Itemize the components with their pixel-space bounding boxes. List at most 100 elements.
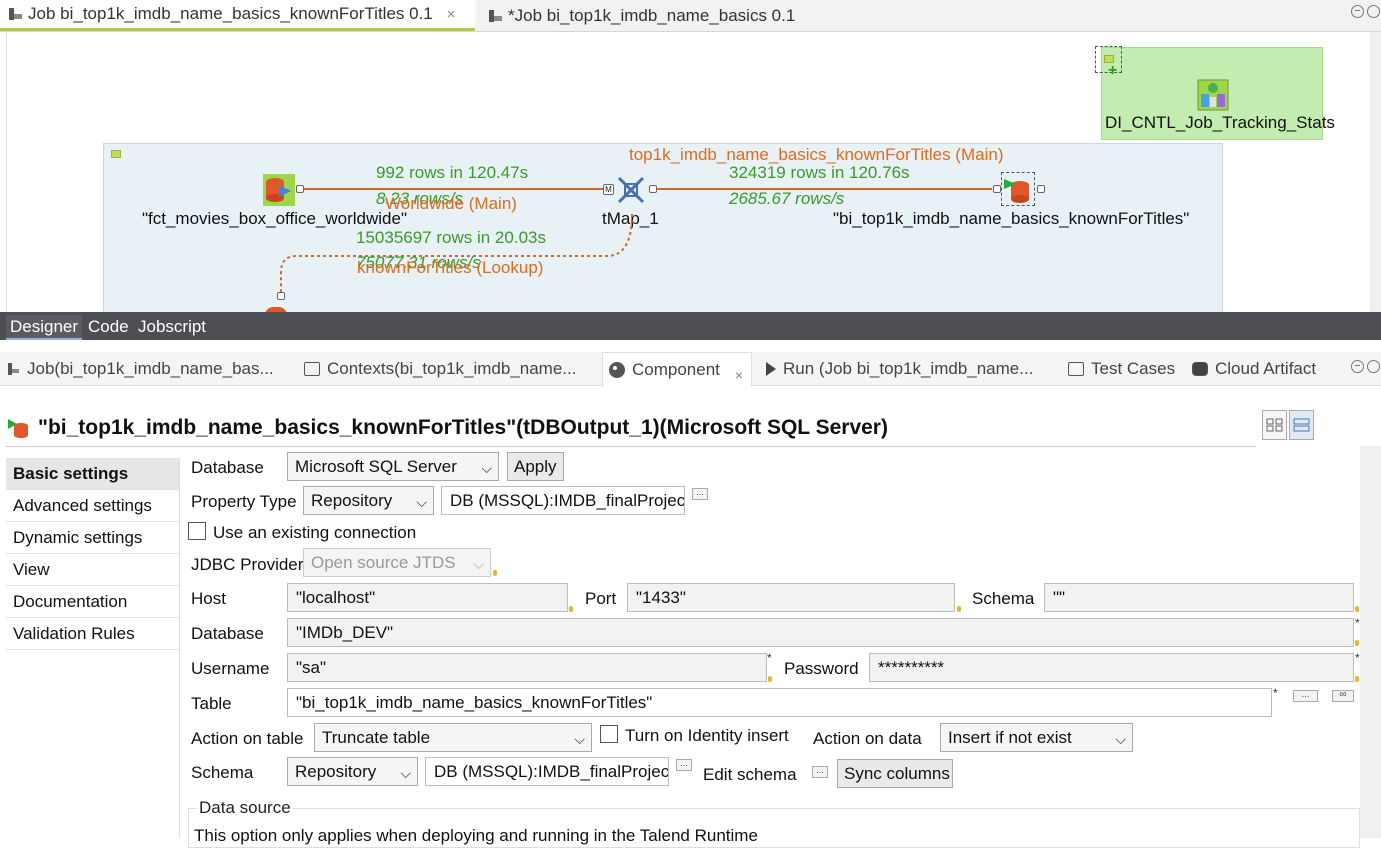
- hint-bulb-icon: [1355, 676, 1359, 682]
- editor-tab-job-name-basics[interactable]: *Job bi_top1k_imdb_name_basics 0.1: [480, 0, 803, 31]
- tab-label: Run (Job bi_top1k_imdb_name...: [783, 359, 1034, 378]
- tab-job[interactable]: Job(bi_top1k_imdb_name_bas...: [8, 352, 274, 386]
- username-label: Username: [191, 659, 270, 678]
- username-input[interactable]: "sa": [287, 653, 767, 682]
- host-label: Host: [191, 589, 226, 608]
- subjob-tracking[interactable]: DI_CNTL_Job_Tracking_Stats: [1101, 47, 1335, 140]
- hint-bulb-icon: [957, 606, 961, 612]
- tracking-component-icon[interactable]: [1197, 79, 1229, 111]
- tab-component[interactable]: Component ×: [602, 352, 752, 387]
- property-type-label: Property Type: [191, 492, 297, 511]
- designer-tab-bar: Designer Code Jobscript: [0, 312, 1381, 340]
- close-tab-icon[interactable]: ×: [735, 367, 743, 383]
- output-connector[interactable]: [1037, 185, 1045, 193]
- password-label: Password: [784, 659, 859, 678]
- required-mark: *: [767, 651, 772, 665]
- lookup-rows-label: 15035697 rows in 20.03s: [356, 228, 546, 247]
- edit-schema-label: Edit schema: [703, 765, 797, 784]
- minimize-icon[interactable]: −: [1351, 5, 1364, 18]
- tracking-component-label: DI_CNTL_Job_Tracking_Stats: [1105, 113, 1335, 132]
- subjob-collapse-icon[interactable]: [111, 150, 121, 158]
- schema-input[interactable]: "": [1044, 583, 1354, 612]
- close-tab-icon[interactable]: ×: [447, 6, 456, 23]
- sync-columns-button[interactable]: Sync columns: [837, 759, 953, 788]
- nav-documentation[interactable]: Documentation: [6, 586, 179, 618]
- list-layout-icon[interactable]: [1289, 410, 1314, 440]
- select-value: Repository: [311, 491, 393, 510]
- tab-code[interactable]: Code: [84, 315, 133, 340]
- tab-designer[interactable]: Designer: [6, 315, 83, 340]
- maximize-icon[interactable]: [1367, 5, 1380, 18]
- host-input[interactable]: "localhost": [287, 583, 568, 612]
- job-icon: [488, 9, 502, 23]
- palette-icon: [609, 362, 625, 378]
- use-existing-connection-checkbox[interactable]: [188, 522, 206, 540]
- database-name-input[interactable]: "IMDb_DEV": [287, 618, 1354, 647]
- run-icon: [766, 362, 776, 376]
- editor-tab-job-knownfortitles[interactable]: Job bi_top1k_imdb_name_basics_knownForTi…: [0, 0, 475, 31]
- settings-nav: Basic settings Advanced settings Dynamic…: [6, 458, 180, 838]
- property-browse-button[interactable]: ...: [692, 488, 708, 500]
- action-on-data-select[interactable]: Insert if not exist ⌵: [940, 723, 1133, 752]
- tab-cloud-artifact[interactable]: Cloud Artifact: [1192, 352, 1316, 386]
- output-connector[interactable]: [649, 185, 657, 193]
- source-db-icon[interactable]: [263, 174, 295, 206]
- property-type-select[interactable]: Repository ⌵: [303, 486, 434, 515]
- hint-bulb-icon: [1355, 640, 1359, 646]
- nav-advanced-settings[interactable]: Advanced settings: [6, 490, 179, 522]
- table-input[interactable]: "bi_top1k_imdb_name_basics_knownForTitle…: [287, 688, 1272, 717]
- schema-browse-button[interactable]: ...: [676, 759, 692, 771]
- nav-dynamic-settings[interactable]: Dynamic settings: [6, 522, 179, 554]
- schema-type-select[interactable]: Repository ⌵: [287, 757, 418, 786]
- form-scrollbar[interactable]: [1360, 446, 1381, 838]
- select-value: Insert if not exist: [948, 728, 1072, 747]
- tab-test-cases[interactable]: Test Cases: [1068, 352, 1175, 386]
- edit-schema-button[interactable]: ...: [812, 766, 828, 778]
- tab-jobscript[interactable]: Jobscript: [134, 315, 210, 340]
- tab-contexts[interactable]: Contexts(bi_top1k_imdb_name...: [304, 352, 576, 386]
- lookup-name-label: knownForTitles (Lookup): [357, 258, 544, 277]
- nav-basic-settings[interactable]: Basic settings: [6, 458, 179, 490]
- output-connector[interactable]: [296, 185, 304, 193]
- lookup-connector[interactable]: [277, 292, 285, 300]
- maximize-icon[interactable]: [1367, 360, 1380, 373]
- apply-button[interactable]: Apply: [507, 452, 564, 481]
- tmap-icon[interactable]: [615, 174, 647, 206]
- designer-canvas[interactable]: DI_CNTL_Job_Tracking_Stats + "fct_movies…: [6, 32, 1370, 312]
- jdbc-provider-label: JDBC Provider: [191, 555, 304, 574]
- add-icon[interactable]: +: [1108, 63, 1117, 79]
- password-input[interactable]: **********: [869, 653, 1354, 682]
- required-mark: *: [1355, 651, 1360, 665]
- input-connector[interactable]: [993, 185, 1001, 193]
- canvas-scrollbar[interactable]: [1370, 32, 1381, 312]
- editor-tab-label: Job bi_top1k_imdb_name_basics_knownForTi…: [28, 4, 433, 23]
- job-icon: [8, 361, 20, 377]
- grid-layout-icon[interactable]: [1262, 410, 1287, 440]
- nav-validation-rules[interactable]: Validation Rules: [6, 618, 179, 650]
- nav-view[interactable]: View: [6, 554, 179, 586]
- database-name-label: Database: [191, 624, 264, 643]
- chevron-down-icon: ⌵: [416, 494, 427, 510]
- action-on-table-select[interactable]: Truncate table ⌵: [314, 723, 592, 752]
- minimize-icon[interactable]: −: [1351, 360, 1364, 373]
- hint-bulb-icon: [569, 606, 573, 612]
- chevron-down-icon: ⌵: [473, 556, 484, 572]
- table-browse-button[interactable]: ...: [1293, 690, 1318, 702]
- contexts-icon: [304, 362, 320, 376]
- port-input[interactable]: "1433": [627, 583, 955, 612]
- use-existing-connection-label: Use an existing connection: [213, 523, 417, 542]
- required-mark: *: [1355, 616, 1360, 630]
- hint-bulb-icon: [493, 570, 497, 576]
- table-label: Table: [191, 694, 232, 713]
- glasses-icon[interactable]: ∞: [1332, 690, 1354, 702]
- tab-run[interactable]: Run (Job bi_top1k_imdb_name...: [766, 352, 1033, 386]
- hint-bulb-icon: [768, 676, 772, 682]
- property-repository-field[interactable]: DB (MSSQL):IMDB_finalProjec: [441, 486, 685, 515]
- data-source-text: This option only applies when deploying …: [194, 826, 758, 845]
- jdbc-provider-select[interactable]: Open source JTDS ⌵: [303, 548, 491, 577]
- database-type-select[interactable]: Microsoft SQL Server ⌵: [287, 452, 499, 481]
- target-db-icon[interactable]: [1001, 172, 1035, 206]
- identity-insert-checkbox[interactable]: [600, 725, 618, 743]
- cloud-artifact-icon: [1192, 362, 1208, 376]
- schema-repository-field[interactable]: DB (MSSQL):IMDB_finalProjec: [425, 757, 669, 786]
